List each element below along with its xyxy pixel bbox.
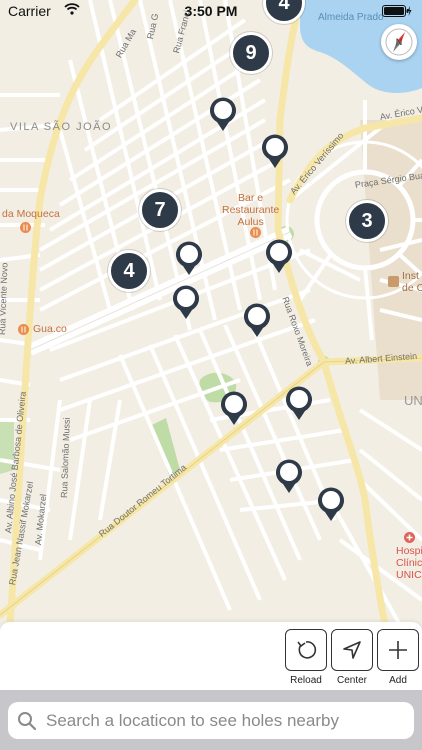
center-button[interactable]: [331, 629, 373, 671]
place-label-bar-aulus: Bar e Restaurante Aulus: [222, 192, 280, 228]
place-label-moqueca: da Moqueca: [2, 208, 60, 220]
status-bar: Carrier 3:50 PM: [0, 0, 422, 22]
add-button[interactable]: [377, 629, 419, 671]
battery-icon: [382, 5, 412, 17]
map-toolbar: Reload Center Add: [0, 622, 422, 690]
hole-pin[interactable]: [284, 385, 314, 421]
hospital-icon: [404, 532, 415, 543]
place-label-institute: Inst de C: [402, 270, 422, 294]
hole-pin[interactable]: [171, 284, 201, 320]
status-time: 3:50 PM: [184, 3, 238, 19]
search-placeholder: Search a locaticon to see holes nearby: [46, 711, 339, 730]
cluster-marker[interactable]: 3: [346, 200, 388, 242]
plus-icon: [389, 641, 407, 659]
search-icon: [18, 712, 37, 731]
compass-icon: N: [385, 28, 413, 56]
place-label-hospital: Hospi Clínic UNIC: [396, 545, 422, 581]
map-base: [0, 0, 422, 625]
center-label: Center: [336, 675, 367, 686]
hole-pin[interactable]: [274, 458, 304, 494]
reload-button[interactable]: [285, 629, 327, 671]
place-label-uni: UNI: [404, 393, 422, 408]
restaurant-icon: [250, 227, 261, 238]
hole-pin[interactable]: [219, 390, 249, 426]
cluster-marker[interactable]: 9: [230, 32, 272, 74]
district-label: VILA SÃO JOÃO: [10, 121, 113, 133]
cluster-marker[interactable]: 4: [108, 250, 150, 292]
search-input[interactable]: Search a locaticon to see holes nearby: [8, 702, 414, 739]
hole-pin[interactable]: [264, 238, 294, 274]
reload-label: Reload: [290, 675, 322, 686]
place-label-gua-co: Gua.co: [33, 323, 67, 335]
hole-pin[interactable]: [316, 486, 346, 522]
hole-pin[interactable]: [174, 240, 204, 276]
map-view[interactable]: VILA SÃO JOÃO Av. Albino José Barbosa de…: [0, 0, 422, 625]
search-bar: Search a locaticon to see holes nearby: [0, 690, 422, 750]
location-arrow-icon: [343, 641, 361, 659]
compass-letter: N: [396, 37, 403, 47]
building-icon: [388, 276, 399, 287]
hole-pin[interactable]: [260, 133, 290, 169]
add-label: Add: [389, 675, 407, 686]
hole-pin[interactable]: [242, 302, 272, 338]
restaurant-icon: [20, 222, 31, 233]
cluster-marker[interactable]: 7: [139, 189, 181, 231]
reload-icon: [297, 641, 317, 659]
restaurant-icon: [18, 324, 29, 335]
compass-button[interactable]: N: [381, 24, 417, 60]
hole-pin[interactable]: [208, 96, 238, 132]
